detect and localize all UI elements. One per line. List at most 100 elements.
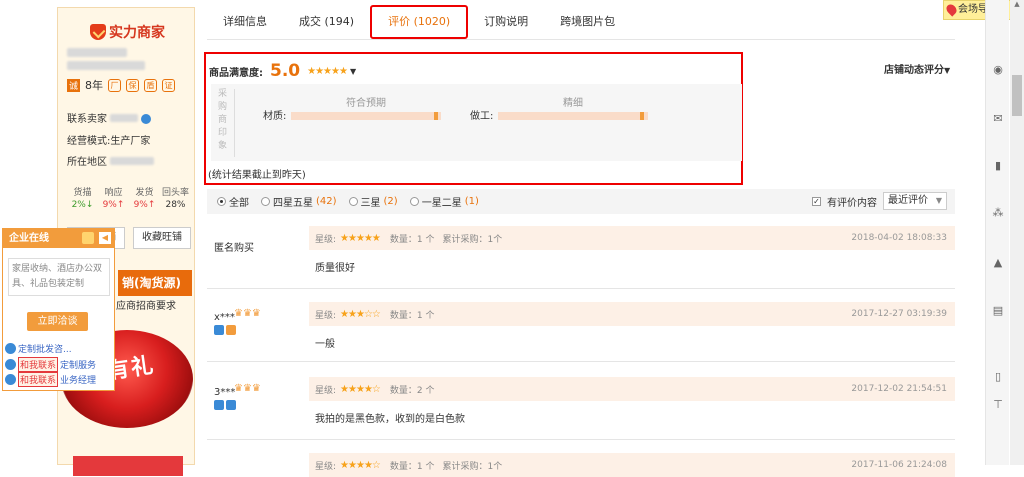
scrollbar-thumb[interactable] (1012, 75, 1022, 116)
gauge-bar (498, 112, 648, 120)
shield-icon (90, 24, 106, 40)
mail-icon[interactable]: ✉ (992, 113, 1004, 125)
rating-summary: 商品满意度: 5.0 ★★★★★ ▼ 采购商印象 材质: 符合预期 做工: 精细… (204, 52, 743, 185)
footprint-icon[interactable]: ⁂ (992, 207, 1004, 219)
region: 所在地区 (67, 153, 155, 168)
review-time: 2017-12-27 03:19:39 (851, 309, 947, 319)
review-time: 2017-12-02 21:54:51 (851, 384, 947, 394)
contact-row[interactable]: 和我联系 业务经理 (5, 372, 96, 387)
supplier-stats: 货描 响应 发货 回头率 2%↓ 9%↑ 9%↑ 28% (67, 185, 191, 210)
bell-icon[interactable]: ▲ (992, 257, 1004, 269)
favorite-shop-button[interactable]: 收藏旺铺 (133, 227, 191, 249)
years-label: 8年 (85, 79, 104, 92)
edit-icon[interactable] (82, 232, 94, 244)
bookmark-icon[interactable]: ▮ (992, 160, 1004, 172)
review-text: 我拍的是黑色款，收到的是白色款 (315, 414, 465, 425)
has-content-label: 有评价内容 (827, 197, 877, 209)
clipboard-icon[interactable]: ▤ (992, 305, 1004, 317)
talk-now-button[interactable]: 立即洽谈 (27, 312, 88, 331)
buyer-impressions: 采购商印象 材质: 符合预期 做工: 精细 (211, 84, 742, 161)
cert-icon[interactable]: 证 (162, 78, 176, 92)
verify-icon[interactable]: 厂 (108, 78, 122, 92)
stat-value: 9%↑ (102, 200, 125, 210)
member-icon[interactable] (214, 325, 224, 335)
tab-reviews[interactable]: 评价 (1020) (370, 5, 469, 39)
review-meta: 星级: ★★★★★ 数量：1 个 累计采购：1个 2018-04-02 18:0… (309, 226, 955, 250)
review-text: 一般 (315, 339, 335, 350)
review-time: 2018-04-02 18:08:33 (851, 233, 947, 243)
gauge-marker (434, 112, 438, 120)
back-to-top-icon[interactable]: ⊤ (992, 399, 1004, 411)
review-filter-bar: 全部 四星五星 (42) 三星 (2) 一星二星 (1) ✓ 有评价内容 最近评… (207, 189, 955, 214)
promo-banner[interactable]: 销(淘货源) (118, 270, 192, 296)
right-toolbar: ◉ ✉ ▮ ⁂ ▲ ▤ ▯ ⊤ (985, 0, 1009, 465)
star-rating: ★★★★★ (340, 232, 381, 244)
stats-cutoff-note: (统计结果截止到昨天) (208, 170, 306, 181)
satisfaction-label: 商品满意度: (209, 67, 263, 79)
scroll-up-icon[interactable]: ▲ (1010, 0, 1024, 12)
company-name-blurred[interactable] (67, 48, 127, 57)
stat-header: 货描 (73, 188, 92, 198)
satisfaction-score: 5.0 (270, 61, 301, 81)
review-meta: 星级: ★★★★☆ 数量：1 个 累计采购：1个 2017-11-06 21:2… (309, 453, 955, 477)
divider (207, 288, 955, 289)
filter-1-2-star[interactable]: 一星二星 (1) (409, 194, 479, 209)
crown-icon: ♛♛♛ (234, 308, 261, 319)
guarantee-icon[interactable]: 保 (126, 78, 140, 92)
scrollbar[interactable]: ▲ (1010, 0, 1024, 465)
contact-row[interactable]: 定制批发咨... (5, 342, 72, 355)
stat-header: 响应 (104, 188, 123, 198)
tab-details[interactable]: 详细信息 (207, 7, 283, 39)
verify-icon[interactable] (226, 400, 236, 410)
radio-icon[interactable] (409, 197, 419, 206)
contact-row[interactable]: 和我联系 定制服务 (5, 357, 96, 372)
widget-title: 企业在线 (9, 233, 49, 244)
wangwang-icon (5, 374, 16, 385)
radio-icon[interactable] (217, 197, 226, 206)
wangwang-icon (5, 343, 16, 354)
headset-icon[interactable]: ◉ (992, 64, 1004, 76)
shield-badge-icon[interactable]: 盾 (144, 78, 158, 92)
chevron-down-icon[interactable]: ▼ (350, 67, 356, 76)
has-content-checkbox[interactable]: ✓ (812, 196, 821, 206)
reviewer-name: x*** (214, 312, 235, 323)
gauge-bar (291, 112, 441, 120)
promo-note[interactable]: 应商招商要求 (116, 297, 176, 312)
bottom-promo[interactable] (73, 456, 183, 476)
shop-score-dropdown[interactable]: 店铺动态评分▼ (884, 61, 950, 76)
filter-4-5-star[interactable]: 四星五星 (42) (261, 194, 337, 209)
years-badge: 诚 (67, 78, 81, 92)
reviewer-name: 3*** (214, 387, 236, 398)
contact-me-button[interactable]: 和我联系 (18, 372, 59, 387)
filter-all[interactable]: 全部 (217, 194, 249, 209)
contact-seller[interactable]: 联系卖家 (67, 110, 152, 125)
sort-select[interactable]: 最近评价 ▼ (883, 192, 947, 210)
member-icon[interactable] (214, 400, 224, 410)
filter-3-star[interactable]: 三星 (2) (348, 194, 398, 209)
brand-label: 实力商家 (109, 25, 165, 41)
strength-merchant-logo: 实力商家 (90, 22, 165, 42)
star-rating: ★★★★★ (307, 65, 348, 77)
star-rating: ★★★☆☆ (340, 308, 381, 320)
divider (234, 89, 235, 157)
company-name-blurred-2[interactable] (67, 61, 145, 70)
star-rating: ★★★★☆ (340, 459, 381, 471)
collapse-icon[interactable]: ◀ (99, 232, 111, 244)
review-meta: 星级: ★★★★☆ 数量：2 个 2017-12-02 21:54:51 (309, 377, 955, 401)
review-time: 2017-11-06 21:24:08 (851, 460, 947, 470)
wangwang-icon (5, 359, 16, 370)
radio-icon[interactable] (348, 197, 358, 206)
radio-icon[interactable] (261, 197, 270, 206)
stat-value: 9%↑ (133, 200, 156, 210)
inquiry-textarea[interactable]: 家居收纳、酒店办公双具、礼品包装定制 (8, 258, 110, 296)
stat-value: 2%↓ (71, 200, 94, 210)
phone-icon[interactable]: ▯ (992, 371, 1004, 383)
tab-crossborder-images[interactable]: 跨境图片包 (544, 7, 631, 39)
crown-icon: ♛♛♛ (234, 383, 261, 394)
tab-order-notes[interactable]: 订购说明 (468, 7, 544, 39)
tab-transactions[interactable]: 成交 (194) (283, 7, 370, 39)
impress-label: 采购商印象 (218, 89, 228, 151)
taobao-icon[interactable] (226, 325, 236, 335)
contact-me-button[interactable]: 和我联系 (18, 357, 59, 372)
wangwang-icon[interactable] (141, 114, 152, 124)
